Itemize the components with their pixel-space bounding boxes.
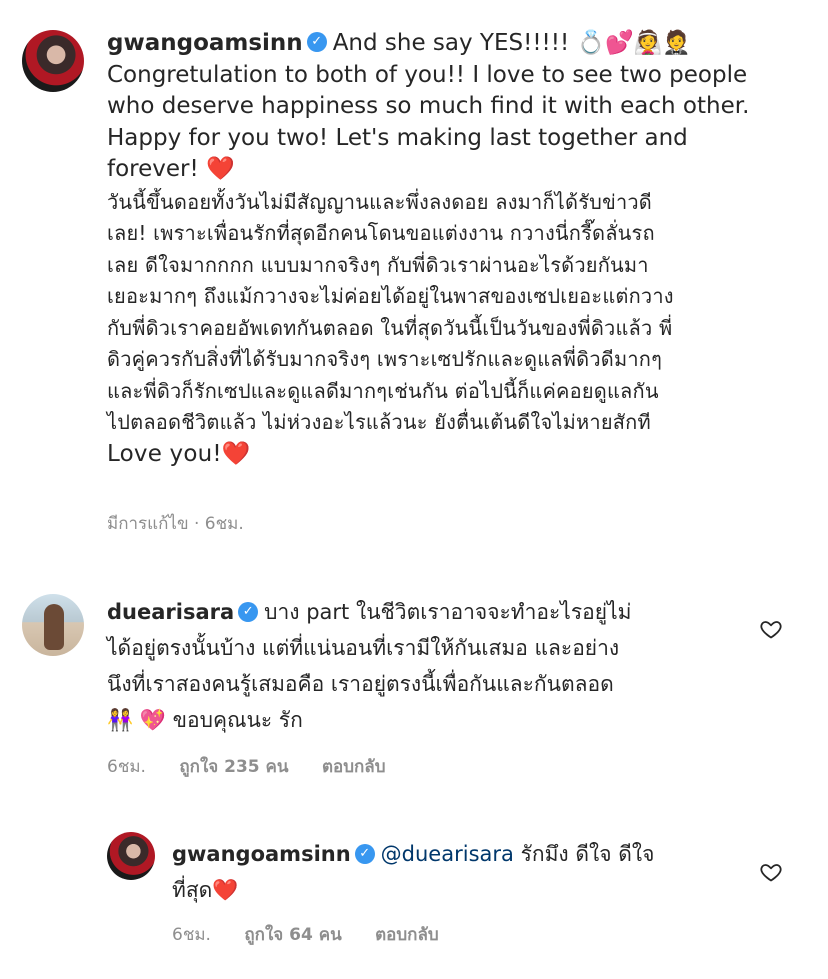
comment-line: Love you!❤️	[107, 440, 251, 467]
comment-3-text: gwangoamsinn ✓ @duearisara รักมึง ดีใจ ดีใ…	[172, 836, 747, 908]
username[interactable]: gwangoamsinn	[107, 30, 303, 56]
comment-line: ได้อยู่ตรงนั้นบ้าง แต่ที่แน่นอนที่เรามีใ…	[107, 636, 620, 660]
heart-outline-icon[interactable]	[759, 860, 783, 884]
comment-line: เยอะมากๆ ถึงแม้กวางจะไม่ค่อยได้อยู่ในพาส…	[107, 284, 674, 308]
comment-1-text: gwangoamsinn ✓ And she say YES!!!!! 💍💕👰🤵 C…	[107, 28, 807, 186]
comment-2: duearisara ✓ บาง part ในชีวิตเราอาจจะทำอะไ…	[107, 594, 747, 738]
avatar[interactable]	[107, 832, 155, 880]
mention-link[interactable]: @duearisara	[381, 842, 514, 866]
comment-line: และพี่ดิวก็รักเซปและดูแลดีมากๆเช่นกัน ต่…	[107, 378, 659, 403]
comment-line: เลย ดีใจมากกกก แบบมากจริงๆ กับพี่ดิวเราผ…	[107, 252, 649, 277]
comment-line: forever! ❤️	[107, 156, 235, 182]
likes-count[interactable]: ถูกใจ 235 คน	[179, 757, 288, 777]
comment-line: ไปตลอดชีวิตแล้ว ไม่ห่วงอะไรแล้วนะ ยังตื่…	[107, 410, 651, 434]
comment-1: gwangoamsinn ✓ And she say YES!!!!! 💍💕👰🤵 C…	[107, 28, 807, 470]
heart-outline-icon[interactable]	[759, 617, 783, 641]
comment-2-meta: 6ชม. ถูกใจ 235 คน ตอบกลับ	[107, 753, 414, 780]
avatar[interactable]	[22, 30, 84, 92]
comment-time: 6ชม.	[107, 757, 146, 777]
comment-line: who deserve happiness so much find it wi…	[107, 93, 750, 119]
comment-line: นึงที่เราสองคนรู้เสมอคือ เราอยู่ตรงนี้เพ…	[107, 672, 614, 696]
comment-3: gwangoamsinn ✓ @duearisara รักมึง ดีใจ ดีใ…	[172, 836, 747, 908]
comment-line: Happy for you two! Let's making last tog…	[107, 124, 688, 151]
comment-3-meta: 6ชม. ถูกใจ 64 คน ตอบกลับ	[172, 921, 467, 948]
comment-1-meta: มีการแก้ไข · 6ชม.	[107, 510, 272, 537]
verified-badge-icon: ✓	[238, 601, 259, 622]
edited-time: มีการแก้ไข · 6ชม.	[107, 514, 244, 534]
comment-line: กับพี่ดิวเราคอยอัพเดทกันตลอด ในที่สุดวัน…	[107, 315, 673, 340]
comment-line: เลย! เพราะเพื่อนรักที่สุดอีกคนโดนขอแต่งง…	[107, 221, 655, 245]
comment-line: รักมึง ดีใจ ดีใจ	[520, 842, 655, 866]
reply-button[interactable]: ตอบกลับ	[375, 925, 439, 945]
comment-line: 👭 💖 ขอบคุณนะ รัก	[107, 708, 303, 732]
comment-line: ที่สุด❤️	[172, 878, 239, 902]
comment-line: And she say YES!!!!! 💍💕👰🤵	[332, 30, 692, 56]
comment-line: บาง part ในชีวิตเราอาจจะทำอะไรอยู่ไม่	[264, 600, 632, 624]
comment-line: Congretulation to both of you!! I love t…	[107, 61, 748, 88]
comment-1-thai-text: วันนี้ขึ้นดอยทั้งวันไม่มีสัญญานและพึ่งลง…	[107, 187, 807, 471]
comment-line: วันนี้ขึ้นดอยทั้งวันไม่มีสัญญานและพึ่งลง…	[107, 189, 652, 214]
comment-2-text: duearisara ✓ บาง part ในชีวิตเราอาจจะทำอะไ…	[107, 594, 747, 738]
reply-button[interactable]: ตอบกลับ	[322, 757, 386, 777]
verified-badge-icon: ✓	[354, 843, 375, 864]
avatar[interactable]	[22, 594, 84, 656]
comment-time: 6ชม.	[172, 925, 211, 945]
username[interactable]: duearisara	[107, 600, 234, 624]
username[interactable]: gwangoamsinn	[172, 842, 351, 866]
comment-line: ดิวคู่ควรกับสิ่งที่ได้รับมากจริงๆ เพราะเ…	[107, 347, 663, 371]
likes-count[interactable]: ถูกใจ 64 คน	[244, 925, 341, 945]
verified-badge-icon: ✓	[306, 32, 327, 52]
